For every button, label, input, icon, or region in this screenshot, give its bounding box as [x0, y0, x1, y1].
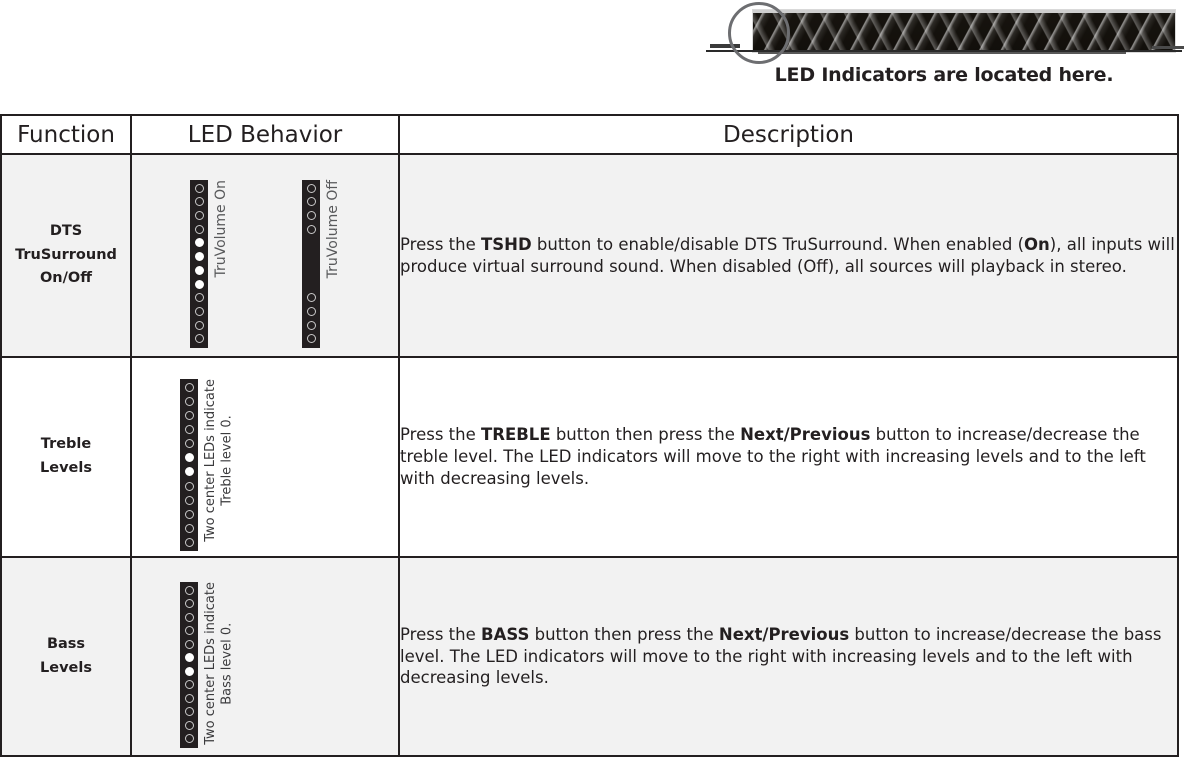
led-indicator: [184, 509, 194, 519]
led-indicator-group: TruVolume On: [190, 179, 248, 348]
led-indicator: [184, 425, 194, 435]
led-group-label: TruVolume On: [213, 179, 229, 278]
led-indicator: [184, 383, 194, 392]
description-emphasis: TSHD: [481, 234, 532, 254]
led-indicator: [184, 523, 194, 533]
led-indicator-group: Two center LEDs indicate Treble level 0.: [180, 379, 301, 551]
circle-callout-icon: [728, 2, 790, 64]
led-indicator: [306, 224, 316, 234]
table-row: Treble Levels Two center LEDs indicate Tre…: [0, 356, 1179, 558]
led-indicator: [184, 707, 194, 717]
led-indicator: [194, 183, 204, 193]
table-header: Function LED Behavior Description: [0, 114, 1179, 155]
led-indicator: [194, 252, 204, 262]
led-indicator: [184, 653, 194, 663]
led-indicator: [194, 306, 204, 316]
table-row: DTS TruSurround On/Off TruVolume On TruVolum…: [0, 153, 1179, 358]
led-indicator: [184, 397, 194, 407]
led-indicator: [194, 197, 204, 207]
led-indicator: [306, 320, 316, 330]
led-indicator: [194, 265, 204, 275]
led-behavior-table: Function LED Behavior Description DTS Tru…: [0, 114, 1179, 757]
led-indicator: [306, 183, 316, 193]
led-indicator: [184, 537, 194, 547]
led-indicator: [306, 306, 316, 316]
led-indicator: [184, 481, 194, 491]
led-indicator: [307, 252, 316, 261]
column-header-led-behavior: LED Behavior: [130, 114, 400, 155]
led-indicator: [194, 293, 204, 303]
soundbar-graphic: [700, 0, 1188, 64]
led-indicator: [184, 666, 194, 676]
led-indicator-group: TruVolume Off: [302, 179, 360, 348]
led-indicator: [184, 680, 194, 690]
led-indicator: [184, 585, 194, 595]
description-emphasis: Next/Previous: [718, 624, 850, 644]
table-row: Bass Levels Two center LEDs indicate Bass …: [0, 556, 1179, 757]
table-body: DTS TruSurround On/Off TruVolume On TruVolum…: [0, 153, 1179, 757]
led-indicator: [184, 599, 194, 609]
led-indicator: [307, 266, 316, 275]
led-indicator: [306, 334, 316, 344]
led-indicator: [184, 439, 194, 449]
led-indicator: [194, 224, 204, 234]
function-label: Bass Levels: [0, 556, 132, 757]
led-indicator: [307, 238, 316, 247]
led-indicator: [184, 495, 194, 505]
led-group-label: TruVolume Off: [325, 179, 341, 278]
led-behavior-cell: Two center LEDs indicate Treble level 0.: [130, 356, 400, 558]
led-indicator: [306, 293, 316, 303]
led-indicator: [184, 626, 194, 636]
function-label: DTS TruSurround On/Off: [0, 153, 132, 358]
led-strip: [180, 379, 198, 551]
led-group-label: Two center LEDs indicate Bass level 0.: [203, 581, 235, 745]
description-emphasis: On: [1024, 234, 1050, 254]
led-indicator: [194, 279, 204, 289]
description-emphasis: TREBLE: [481, 425, 551, 445]
description-emphasis: Next/Previous: [740, 425, 871, 445]
led-indicator: [194, 210, 204, 220]
column-header-function: Function: [0, 114, 132, 155]
illustration-caption: LED Indicators are located here.: [774, 64, 1114, 86]
led-indicator: [184, 467, 194, 477]
led-group-label: Two center LEDs indicate Treble level 0.: [203, 379, 235, 542]
led-indicator: [306, 197, 316, 207]
led-indicator: [184, 612, 194, 622]
column-header-description: Description: [398, 114, 1179, 155]
led-indicator: [194, 334, 204, 344]
led-indicator: [184, 693, 194, 703]
description-text: Press the TSHD button to enable/disable …: [398, 153, 1179, 358]
function-label: Treble Levels: [0, 356, 132, 558]
description-emphasis: BASS: [481, 624, 530, 644]
led-indicator: [184, 453, 194, 463]
led-indicator: [194, 238, 204, 248]
soundbar-right-foot: [1152, 46, 1184, 49]
header-row: Function LED Behavior Description: [0, 114, 1179, 155]
led-indicator: [307, 280, 316, 289]
led-behavior-cell: TruVolume On TruVolume Off: [130, 153, 400, 358]
led-strip: [180, 581, 198, 748]
description-text: Press the BASS button then press the Nex…: [398, 556, 1179, 757]
led-indicator: [184, 639, 194, 649]
led-indicator: [306, 210, 316, 220]
led-indicator: [184, 734, 194, 744]
description-text: Press the TREBLE button then press the N…: [398, 356, 1179, 558]
led-behavior-cell: Two center LEDs indicate Bass level 0.: [130, 556, 400, 757]
led-indicator: [184, 411, 194, 421]
soundbar-illustration: LED Indicators are located here.: [700, 0, 1188, 100]
led-strip: [190, 179, 208, 348]
led-indicator: [194, 320, 204, 330]
soundbar-body: [752, 9, 1176, 53]
led-indicator: [184, 720, 194, 730]
led-strip: [302, 179, 320, 348]
led-indicator-group: Two center LEDs indicate Bass level 0.: [180, 581, 301, 748]
